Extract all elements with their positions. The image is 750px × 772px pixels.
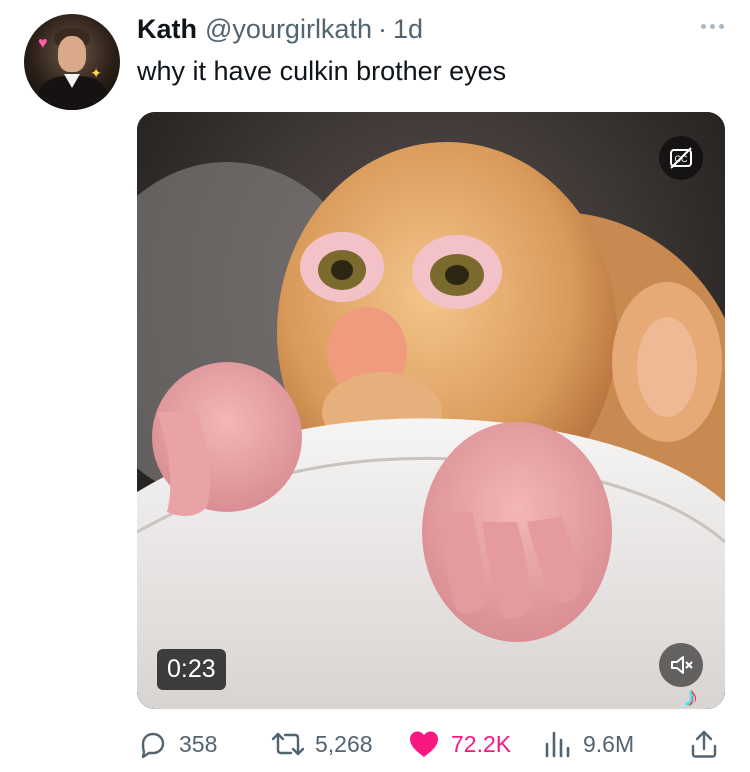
more-dot <box>719 24 724 29</box>
author-handle[interactable]: @yourgirlkath <box>205 14 372 45</box>
like-button[interactable]: 72.2K <box>407 724 511 764</box>
reply-button[interactable]: 358 <box>137 724 217 764</box>
reply-icon <box>141 732 165 759</box>
closed-captions-off-icon[interactable]: CC <box>659 136 703 180</box>
tiktok-logo-icon: ♪ <box>683 681 697 709</box>
heart-sticker-icon: ♥ <box>38 35 48 52</box>
video-player[interactable]: CC 0:23 ♪ <box>137 112 725 709</box>
views-button[interactable]: 9.6M <box>543 724 634 764</box>
avatar[interactable]: ♥ ✦ <box>24 14 120 110</box>
like-count: 72.2K <box>451 730 512 757</box>
avatar-face <box>58 36 86 72</box>
video-frame <box>137 112 725 709</box>
separator-dot: · <box>377 14 387 44</box>
author-name[interactable]: Kath <box>137 14 197 45</box>
retweet-icon <box>271 732 305 756</box>
heart-filled-icon <box>410 731 438 757</box>
more-dot <box>701 24 706 29</box>
sparkle-sticker-icon: ✦ <box>90 65 102 81</box>
retweet-count: 5,268 <box>315 730 373 757</box>
tweet-header: Kath @yourgirlkath · 1d <box>137 14 423 48</box>
tweet-actions: 358 5,268 72.2K 9.6M <box>137 724 725 764</box>
more-horizontal-icon[interactable] <box>701 24 724 29</box>
more-dot <box>710 24 715 29</box>
retweet-button[interactable]: 5,268 <box>271 724 373 764</box>
tweet-timestamp[interactable]: 1d <box>393 14 423 45</box>
view-count: 9.6M <box>583 730 635 757</box>
share-button[interactable] <box>689 724 719 764</box>
views-chart-icon <box>545 731 570 758</box>
reply-count: 358 <box>179 730 218 757</box>
tweet-text: why it have culkin brother eyes <box>137 56 507 86</box>
share-icon <box>691 730 717 758</box>
video-duration: 0:23 <box>157 649 226 690</box>
